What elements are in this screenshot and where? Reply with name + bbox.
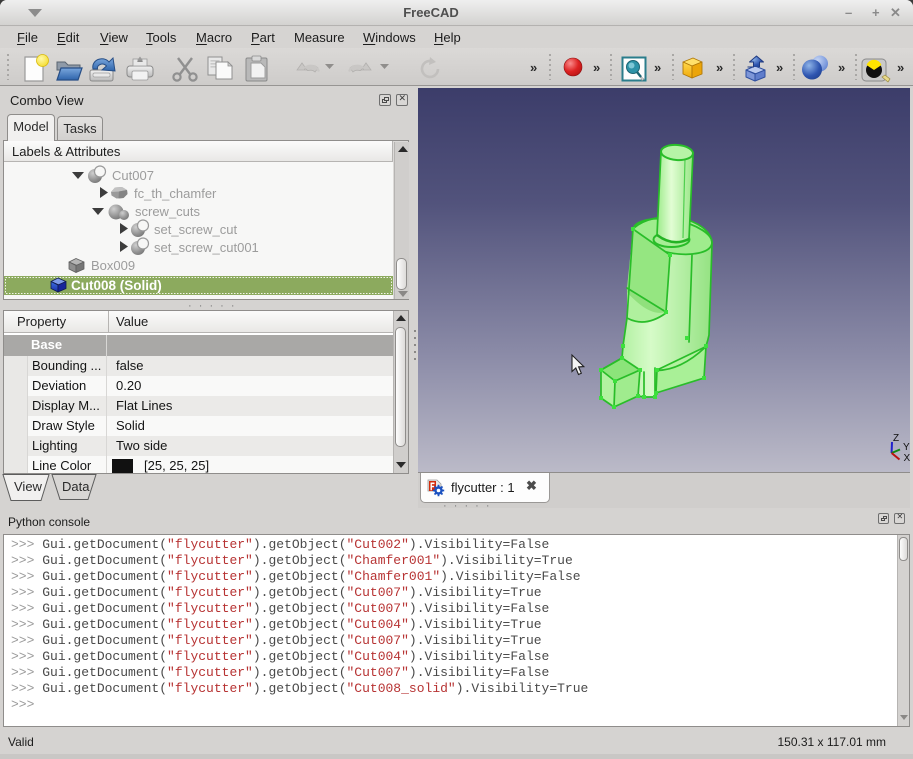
svg-text:set_screw_cut: set_screw_cut [154, 222, 237, 237]
svg-text:Data: Data [62, 479, 90, 494]
svg-text:View: View [14, 479, 43, 494]
svg-text:Y: Y [903, 442, 910, 453]
svg-text:Cut007: Cut007 [112, 168, 154, 183]
svg-text:fc_th_chamfer: fc_th_chamfer [134, 186, 217, 201]
svg-text:set_screw_cut001: set_screw_cut001 [154, 240, 259, 255]
svg-text:Box009: Box009 [91, 258, 135, 273]
svg-text:screw_cuts: screw_cuts [135, 204, 201, 219]
svg-text:Cut008 (Solid): Cut008 (Solid) [71, 278, 162, 293]
svg-text:Z: Z [893, 433, 899, 444]
